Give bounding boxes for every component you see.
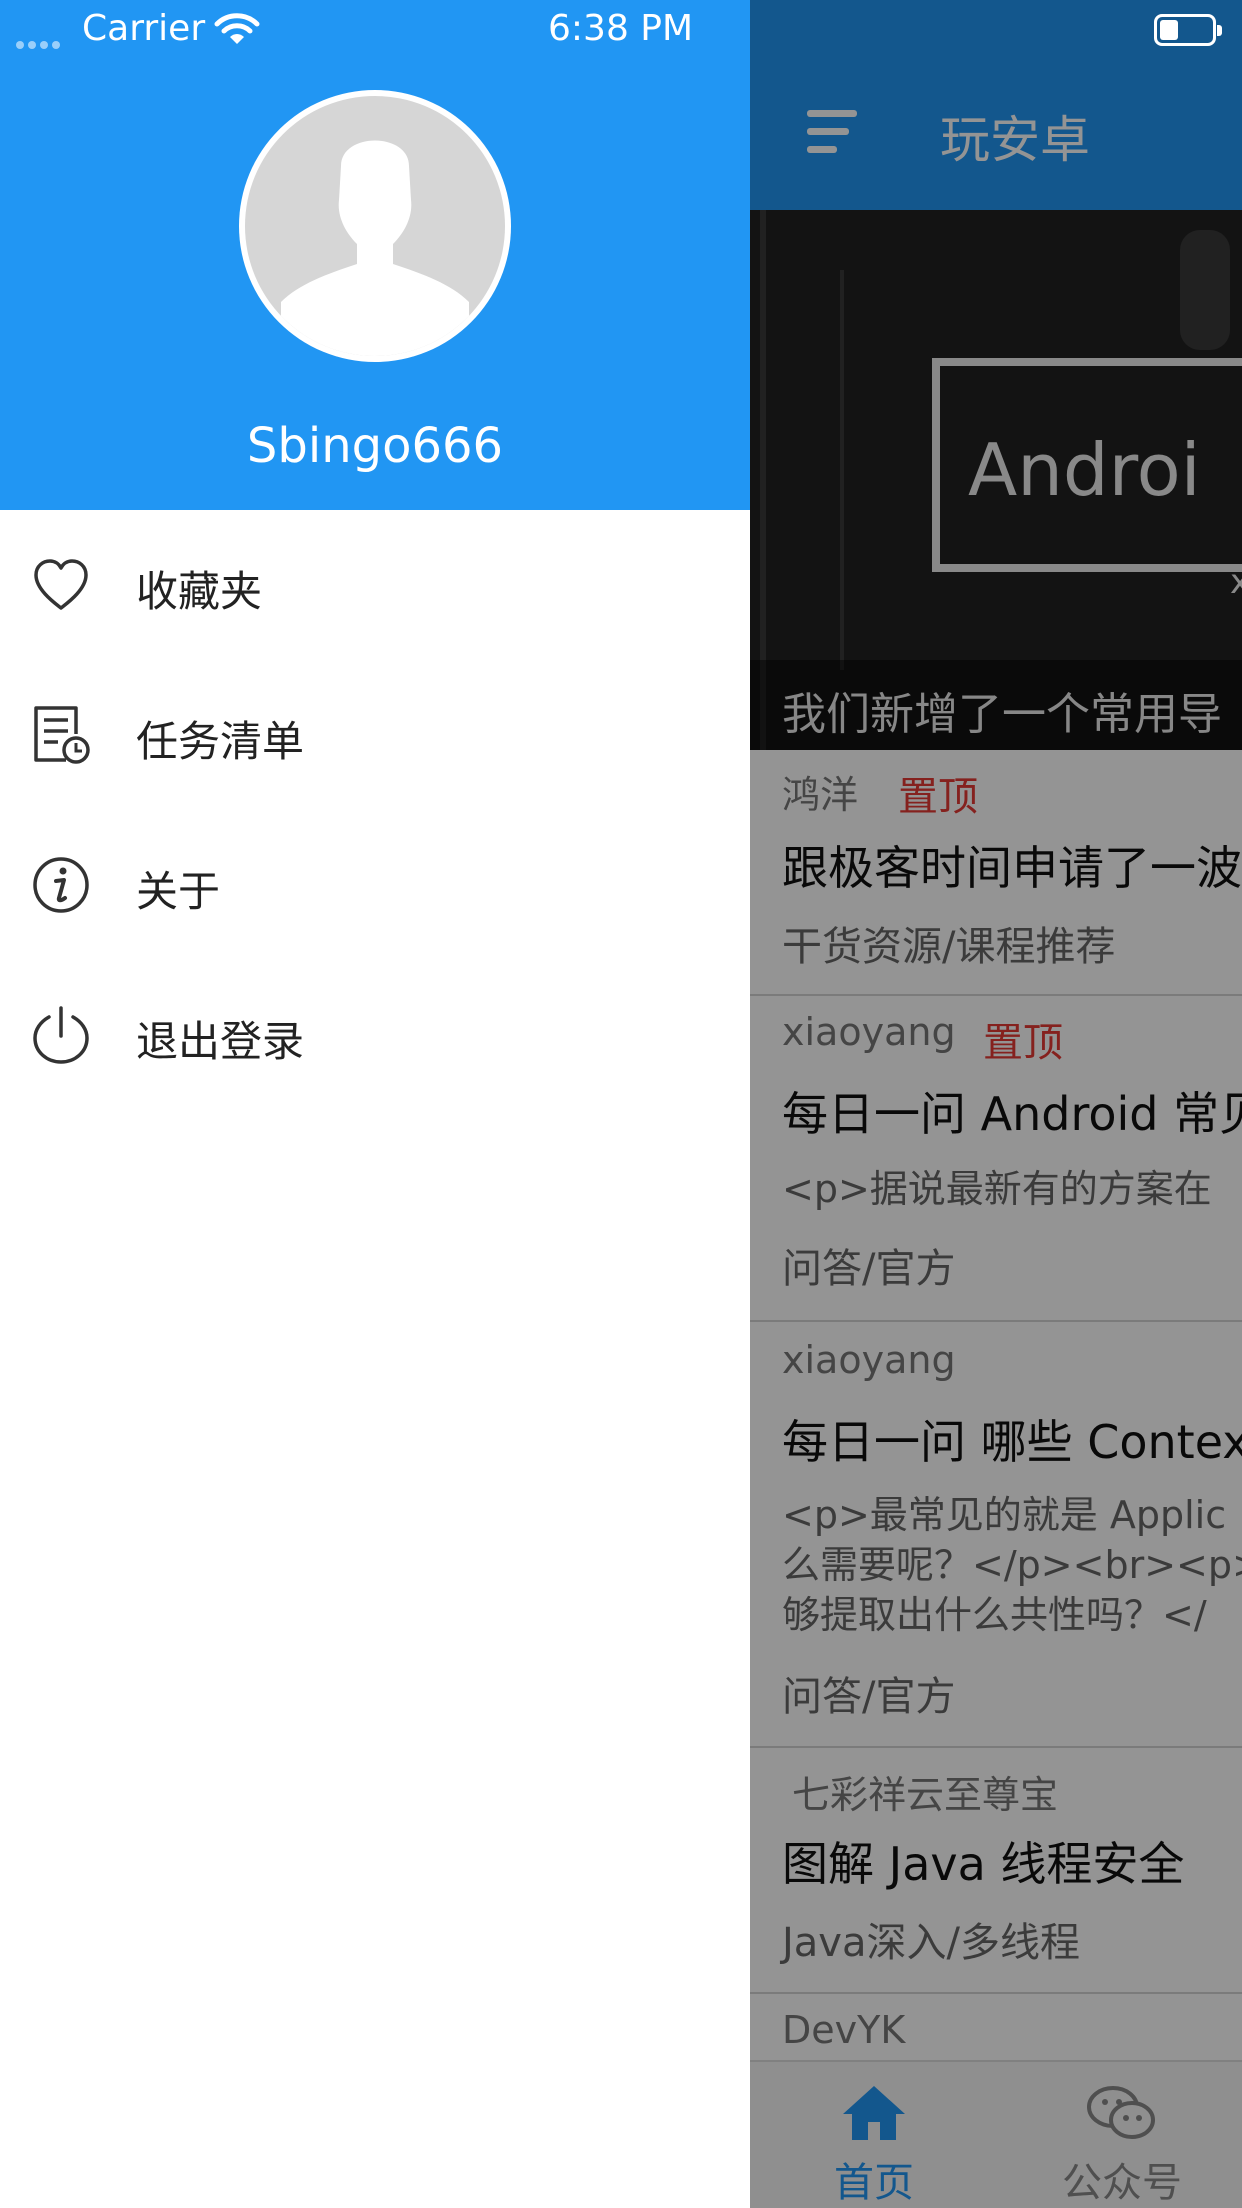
menu-item-favorites[interactable]: 收藏夹 [0,510,750,660]
menu-item-label: 退出登录 [136,1017,305,1066]
side-drawer: Sbingo666 收藏夹 任务清单 关于 退出登录 [0,0,750,2208]
default-avatar-icon [281,140,469,356]
menu-item-label: 收藏夹 [136,567,263,616]
signal-strength-icon [16,34,64,53]
task-list-icon [34,706,90,764]
info-icon [33,857,89,913]
menu-item-about[interactable]: 关于 [0,810,750,960]
power-icon [33,1006,89,1064]
username: Sbingo666 [246,418,504,474]
heart-icon [34,559,88,610]
status-bar: Carrier 6:38 PM [0,0,1242,60]
status-time: 6:38 PM [548,8,694,49]
wifi-icon [214,13,260,44]
carrier-name: Carrier [82,8,206,49]
battery-icon [1154,14,1222,46]
menu-item-label: 任务清单 [136,717,305,766]
drawer-header: Sbingo666 [0,0,750,510]
menu-item-label: 关于 [136,867,221,916]
avatar[interactable] [239,90,511,362]
menu-item-logout[interactable]: 退出登录 [0,960,750,1110]
menu-item-task-list[interactable]: 任务清单 [0,660,750,810]
